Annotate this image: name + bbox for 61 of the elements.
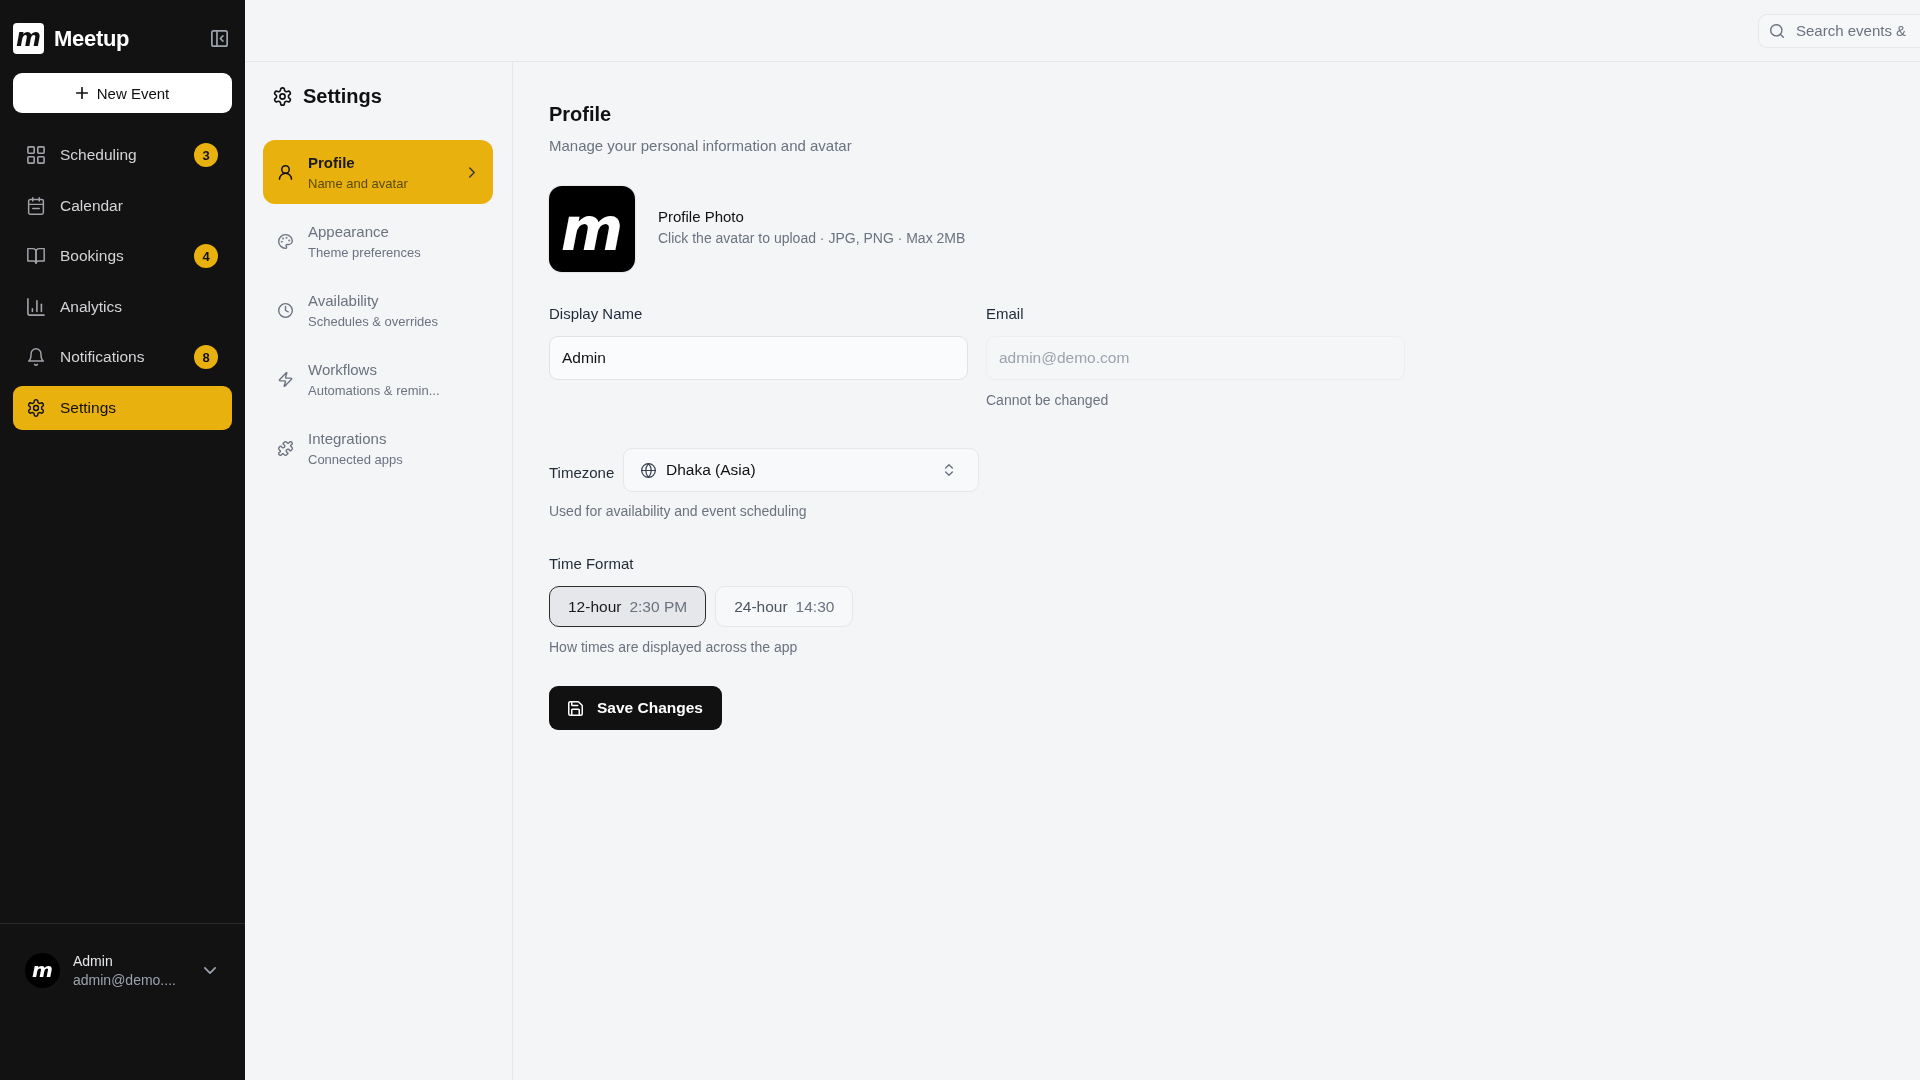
search-icon [1770,23,1784,38]
count-badge: 8 [194,345,218,370]
save-icon [568,700,583,716]
user-avatar: m [25,953,60,988]
clock-icon [278,302,293,318]
user-menu-button[interactable] [204,967,216,974]
app-name: Meetup [54,25,130,52]
sidebar-nav-item[interactable]: Calendar [13,183,232,228]
chevron-right-icon [469,166,475,178]
settings-title: Settings [303,84,382,108]
time-format-option[interactable]: 12-hour 2:30 PM [549,586,707,627]
search-field[interactable]: Search events & [1758,13,1920,48]
puzzle-icon [278,440,293,456]
save-button[interactable]: Save Changes [549,686,722,730]
field-hint: How times are displayed across the app [549,638,798,656]
calendar-icon [27,196,45,215]
display-name-input[interactable]: Admin [549,336,968,380]
chevron-down-icon [204,967,216,974]
field-label: Display Name [549,304,643,324]
settings-nav-item[interactable]: Profile Name and avatar [263,140,493,204]
settings-nav-item[interactable]: Workflows Automations & remin... [263,347,493,411]
settings-nav-item[interactable]: Integrations Connected apps [263,416,493,480]
sidebar-nav-item[interactable]: Notifications 8 [13,335,232,380]
section-subtitle: Manage your personal information and avatar [549,136,852,156]
sidebar-toggle-button[interactable] [211,30,228,47]
timezone-select[interactable]: Dhaka (Asia) [623,448,979,492]
grid-icon [27,146,45,164]
sidebar-nav-item[interactable]: Bookings 4 [13,234,232,279]
sidebar-toggle-icon [211,30,228,47]
field-hint: Cannot be changed [986,391,1109,409]
section-title: Profile [549,102,612,127]
settings-nav-item[interactable]: Appearance Theme preferences [263,209,493,273]
settings-icon [27,398,45,417]
photo-hint: Click the avatar to upload · JPG, PNG · Max 2MB [658,229,966,247]
user-name: Admin [73,952,114,971]
sidebar-nav-item[interactable]: Analytics [13,284,232,329]
profile-avatar[interactable]: m [549,186,635,272]
new-event-button[interactable]: New Event [13,73,232,113]
bell-icon [27,348,45,367]
bar-chart-icon [27,297,45,316]
photo-title: Profile Photo [658,207,745,226]
lightning-icon [278,371,293,387]
time-format-option[interactable]: 24-hour 14:30 [715,586,854,627]
book-icon [27,247,45,266]
plus-icon [75,87,88,99]
user-email: admin@demo.... [73,971,176,990]
settings-nav-item[interactable]: Availability Schedules & overrides [263,278,493,342]
count-badge: 4 [194,244,218,269]
globe-icon [641,462,656,478]
sidebar-nav-item[interactable]: Settings [13,385,232,430]
sidebar-nav-item[interactable]: Scheduling 3 [13,133,232,177]
up-down-chevron-icon [945,464,953,476]
logo-mark: m [13,23,44,54]
settings-icon [273,86,292,106]
palette-icon [278,233,293,249]
field-label: Email [986,304,1024,324]
field-hint: Used for availability and event scheduling [549,502,807,520]
field-label: Time Format [549,554,634,574]
field-label: Timezone [549,463,616,483]
count-badge: 3 [194,143,218,167]
user-icon [278,164,293,180]
